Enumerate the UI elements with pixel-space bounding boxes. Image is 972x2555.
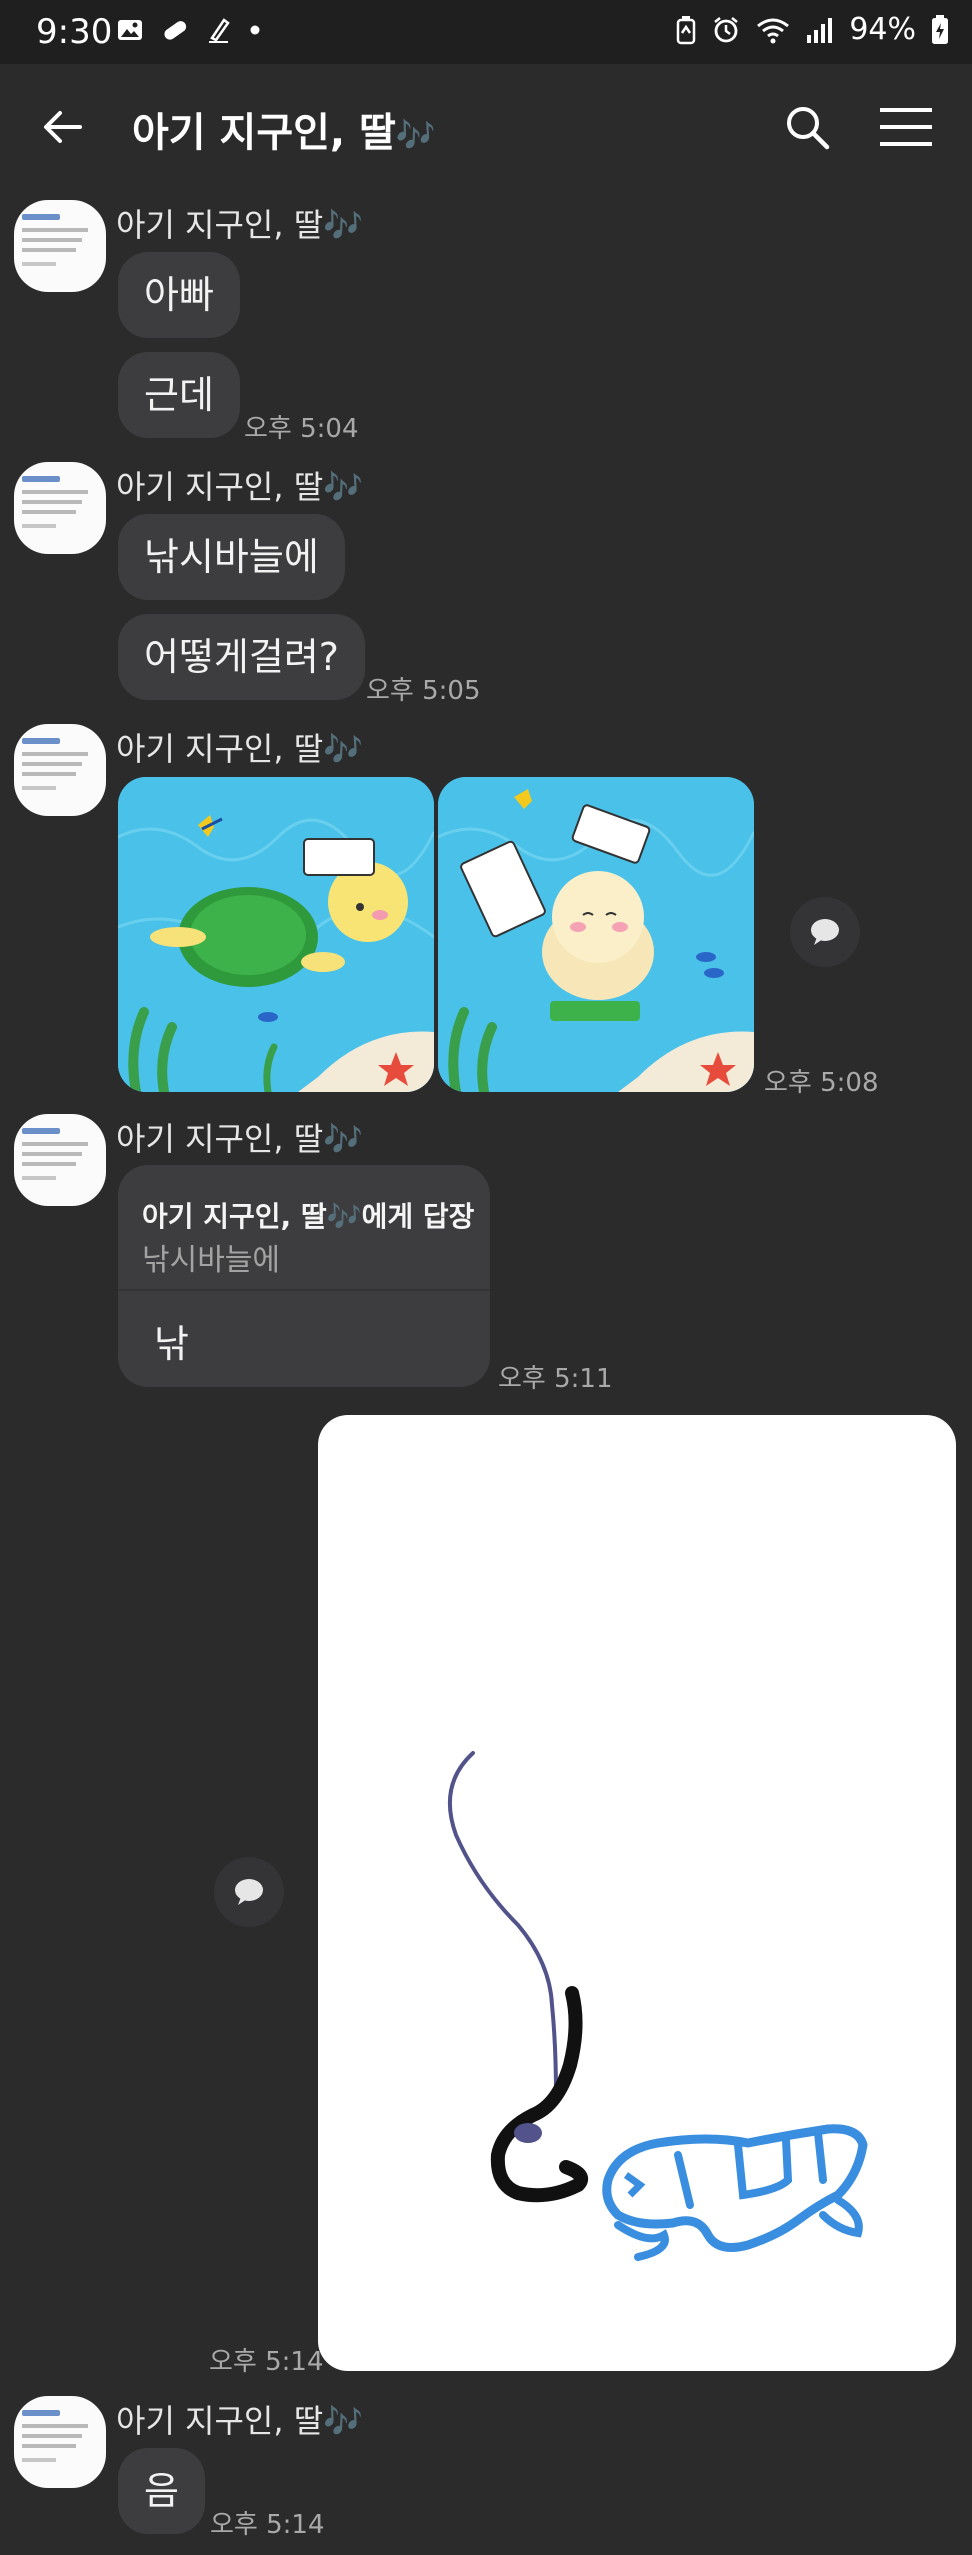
reply-message[interactable]: 아기 지구인, 딸🎶에게 답장 낚시바늘에 낚 xyxy=(118,1165,490,1387)
message-bubble[interactable]: 어떻게걸려? xyxy=(118,614,365,700)
image-message[interactable] xyxy=(118,777,754,1092)
pen-icon xyxy=(209,18,230,43)
battery-percent: 94% xyxy=(849,12,916,47)
alarm-icon xyxy=(714,16,739,42)
status-bar: 9:30 94% xyxy=(0,0,972,64)
signal-icon xyxy=(807,17,833,43)
baby-turtle-illustration[interactable] xyxy=(438,777,754,1092)
reply-text: 낚 xyxy=(154,1322,189,1366)
message-bubble[interactable]: 아빠 xyxy=(118,252,240,338)
speech-bubble-icon xyxy=(811,919,839,945)
reply-divider xyxy=(118,1289,490,1291)
pill-icon xyxy=(164,21,187,40)
turtle-illustration[interactable] xyxy=(118,777,434,1092)
message-time: 오후 5:05 xyxy=(366,676,481,706)
message-bubble[interactable]: 낚시바늘에 xyxy=(118,514,345,600)
hamburger-menu-icon[interactable] xyxy=(880,106,932,148)
avatar[interactable] xyxy=(14,200,106,292)
chat-title: 아기 지구인, 딸🎶 xyxy=(132,110,436,156)
dot-icon xyxy=(250,25,260,35)
avatar[interactable] xyxy=(14,2396,106,2488)
back-button[interactable] xyxy=(38,102,88,152)
share-button[interactable] xyxy=(214,1857,284,1927)
reply-header: 아기 지구인, 딸🎶에게 답장 xyxy=(142,1200,475,1233)
message-bubble[interactable]: 음 xyxy=(118,2448,205,2534)
battery-saver-icon xyxy=(677,15,696,44)
music-note-emoji: 🎶 xyxy=(395,116,436,154)
wifi-icon xyxy=(757,18,790,43)
sender-name: 아기 지구인, 딸🎶 xyxy=(116,468,363,506)
sender-name: 아기 지구인, 딸🎶 xyxy=(116,206,363,244)
share-button[interactable] xyxy=(790,897,860,967)
speech-bubble-icon xyxy=(235,1879,263,1905)
message-time: 오후 5:04 xyxy=(244,414,359,444)
sender-name: 아기 지구인, 딸🎶 xyxy=(116,2402,363,2440)
message-time: 오후 5:11 xyxy=(498,1364,613,1394)
search-icon[interactable] xyxy=(782,102,832,152)
message-time: 오후 5:08 xyxy=(764,1068,879,1098)
sender-name: 아기 지구인, 딸🎶 xyxy=(116,1120,363,1158)
message-bubble[interactable]: 근데 xyxy=(118,352,240,438)
status-time: 9:30 xyxy=(36,12,113,52)
chat-header: 아기 지구인, 딸🎶 xyxy=(0,64,972,190)
quoted-text: 낚시바늘에 xyxy=(142,1243,280,1278)
fishing-hook-fish-drawing[interactable] xyxy=(318,1415,956,2371)
image-icon xyxy=(118,20,142,40)
avatar[interactable] xyxy=(14,462,106,554)
message-time: 오후 5:14 xyxy=(210,2510,325,2540)
avatar[interactable] xyxy=(14,724,106,816)
battery-icon xyxy=(932,14,948,44)
sender-name: 아기 지구인, 딸🎶 xyxy=(116,730,363,768)
avatar[interactable] xyxy=(14,1114,106,1206)
message-time: 오후 5:14 xyxy=(209,2347,324,2377)
